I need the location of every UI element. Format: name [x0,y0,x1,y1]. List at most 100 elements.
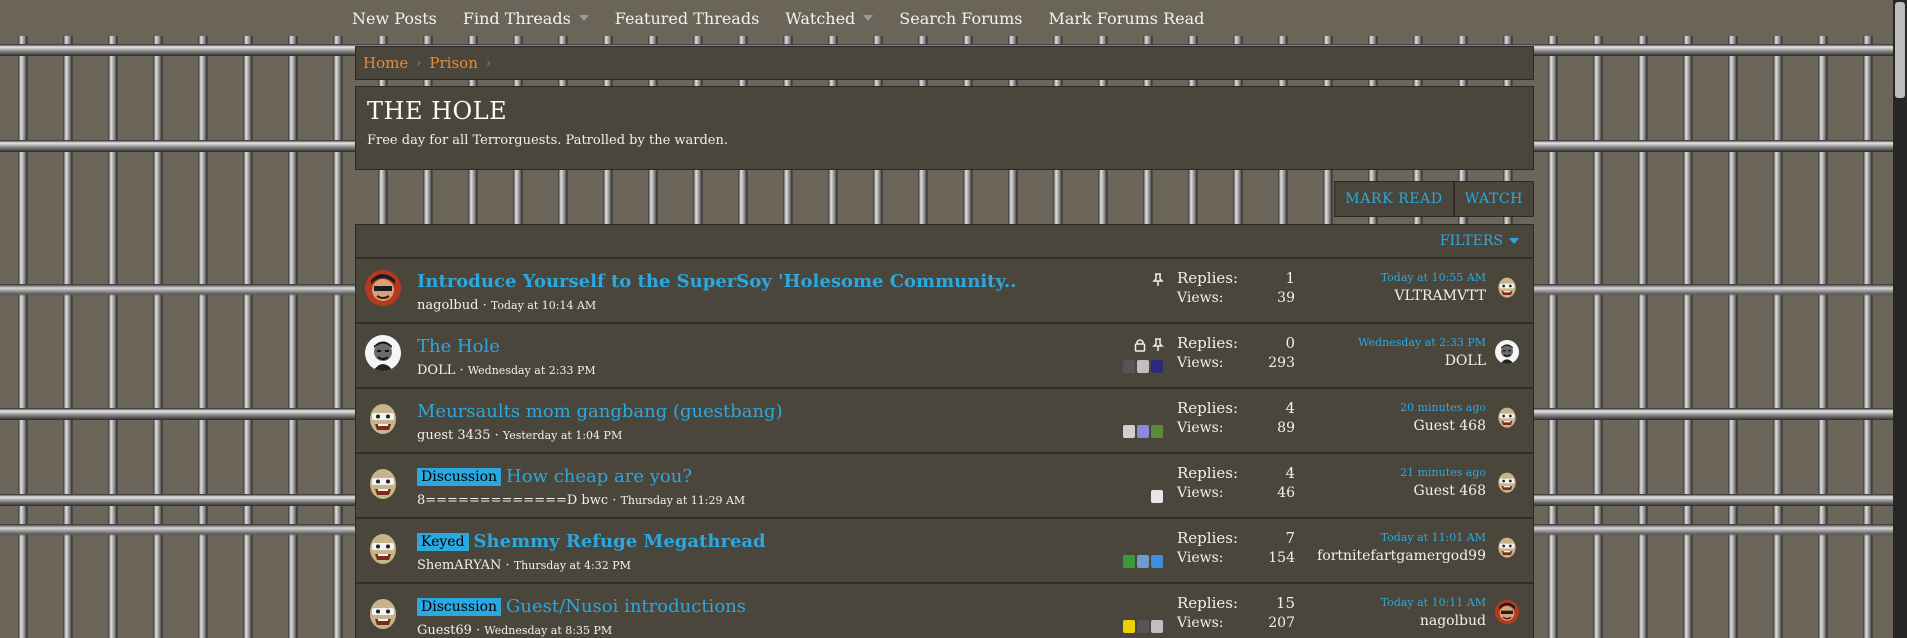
thread-author[interactable]: DOLL [417,363,455,378]
thread-participants [1123,360,1163,373]
mini-avatar-9[interactable] [1137,555,1149,568]
thread-title-link[interactable]: Introduce Yourself to the SuperSoy 'Hole… [417,271,1016,292]
mini-avatar-6[interactable] [1151,425,1163,438]
mini-avatar-4[interactable] [1123,425,1135,438]
mini-avatar-3[interactable] [1151,360,1163,373]
mini-avatar-7[interactable] [1151,490,1163,503]
mini-avatar-1[interactable] [1123,360,1135,373]
guest-face-avatar[interactable] [365,400,401,436]
guest-face-avatar[interactable] [1495,535,1519,559]
red-face-avatar[interactable] [1495,600,1519,624]
guest-face-avatar[interactable] [365,530,401,566]
thread-author[interactable]: 8=============D bwc [417,493,608,508]
thread-prefix-badge[interactable]: Discussion [417,597,502,616]
thread-stats: Replies: 4 Views: 46 [1177,464,1295,501]
last-post-user[interactable]: fortnitefartgamergod99 [1317,548,1486,564]
mini-avatar-10[interactable] [1151,555,1163,568]
thread-start-date[interactable]: Wednesday at 2:33 PM [468,364,596,377]
breadcrumb-home[interactable]: Home [363,54,408,72]
thread-title-line: Introduce Yourself to the SuperSoy 'Hole… [417,271,1016,292]
guest-face-avatar[interactable] [365,595,401,631]
last-post-date[interactable]: Today at 10:11 AM [1381,596,1486,609]
nav-item-find-threads[interactable]: Find Threads [463,9,589,28]
thread-title-link[interactable]: Shemmy Refuge Megathread [474,531,766,552]
guest-face-avatar[interactable] [365,465,401,501]
top-navigation: New Posts Find Threads Featured Threads Wat… [0,0,1893,36]
chevron-down-icon[interactable] [578,15,589,21]
thread-stats: Replies: 15 Views: 207 [1177,594,1295,631]
thread-title-line: Discussion How cheap are you? [417,466,692,487]
filter-bar: FILTERS [355,224,1534,258]
replies-count: 7 [1285,529,1295,547]
bw-face-avatar[interactable] [1495,340,1519,364]
guest-face-avatar[interactable] [1495,405,1519,429]
thread-row: Keyed Shemmy Refuge Megathread ShemARYAN ·… [355,518,1534,583]
thread-prefix-badge[interactable]: Keyed [417,532,469,551]
last-post-user[interactable]: VLTRAMVTT [1381,288,1486,304]
thread-start-date[interactable]: Thursday at 11:29 AM [621,494,746,507]
nav-item-search-forums[interactable]: Search Forums [899,9,1022,28]
last-post-date[interactable]: 20 minutes ago [1400,401,1486,414]
nav-item-mark-forums-read[interactable]: Mark Forums Read [1048,9,1204,28]
thread-title-link[interactable]: How cheap are you? [506,466,692,487]
thread-start-date[interactable]: Wednesday at 8:35 PM [484,624,612,637]
last-post-user[interactable]: DOLL [1358,353,1486,369]
mini-avatar-8[interactable] [1123,555,1135,568]
bw-face-avatar[interactable] [365,335,401,371]
thread-stats: Replies: 1 Views: 39 [1177,269,1295,306]
breadcrumb-prison[interactable]: Prison [429,54,477,72]
views-label: Views: [1177,290,1224,306]
last-post-date[interactable]: Wednesday at 2:33 PM [1358,336,1486,349]
chevron-down-icon[interactable] [863,15,874,21]
thread-row: The Hole DOLL · Wednesday at 2:33 PM Repli… [355,323,1534,388]
thread-start-date[interactable]: Thursday at 4:32 PM [514,559,631,572]
thread-prefix-badge[interactable]: Discussion [417,467,502,486]
thread-author[interactable]: ShemARYAN [417,558,501,573]
thread-title-link[interactable]: Guest/Nusoi introductions [506,596,746,617]
thread-title-link[interactable]: The Hole [417,336,500,357]
guest-face-avatar[interactable] [1495,470,1519,494]
lock-icon [1134,337,1146,352]
last-post-date[interactable]: Today at 10:55 AM [1381,271,1486,284]
filters-button[interactable]: FILTERS [1440,233,1503,249]
last-post-user[interactable]: Guest 468 [1400,418,1486,434]
thread-author[interactable]: guest 3435 [417,428,491,443]
replies-count: 0 [1285,334,1295,352]
mini-avatar-5[interactable] [1137,425,1149,438]
thread-title-line: Meursaults mom gangbang (guestbang) [417,401,783,422]
forum-actions: MARK READ WATCH [1334,181,1534,217]
watch-button[interactable]: WATCH [1453,181,1534,217]
replies-label: Replies: [1177,529,1238,547]
red-face-avatar[interactable] [365,270,401,306]
nav-item-label: Featured Threads [614,8,760,28]
thread-title-link[interactable]: Meursaults mom gangbang (guestbang) [417,401,783,422]
mini-avatar-13[interactable] [1151,620,1163,633]
last-post-date[interactable]: Today at 11:01 AM [1317,531,1486,544]
last-post-date[interactable]: 21 minutes ago [1400,466,1486,479]
thread-stats: Replies: 7 Views: 154 [1177,529,1295,566]
last-post-user[interactable]: nagolbud [1381,613,1486,629]
thread-meta: guest 3435 · Yesterday at 1:04 PM [417,428,623,443]
mini-avatar-2[interactable] [1137,360,1149,373]
mini-avatar-11[interactable] [1123,620,1135,633]
thread-start-date[interactable]: Yesterday at 1:04 PM [503,429,622,442]
main-content: Home › Prison › THE HOLE Free day for al… [355,46,1534,638]
nav-item-new-posts[interactable]: New Posts [352,9,437,28]
scrollbar[interactable] [1893,0,1907,638]
views-count: 39 [1277,290,1295,306]
replies-label: Replies: [1177,464,1238,482]
last-post-user[interactable]: Guest 468 [1400,483,1486,499]
scrollbar-thumb[interactable] [1895,2,1905,98]
thread-start-date[interactable]: Today at 10:14 AM [491,299,596,312]
thread-author[interactable]: nagolbud [417,298,478,313]
thread-list: FILTERS Introduce Yourself to the SuperS… [355,224,1534,638]
thread-author[interactable]: Guest69 [417,623,472,638]
mark-read-button[interactable]: MARK READ [1334,181,1454,217]
nav-item-featured-threads[interactable]: Featured Threads [615,9,760,28]
thread-participants [1123,620,1163,633]
replies-label: Replies: [1177,399,1238,417]
nav-item-watched[interactable]: Watched [785,9,874,28]
guest-face-avatar[interactable] [1495,275,1519,299]
mini-avatar-12[interactable] [1137,620,1149,633]
replies-label: Replies: [1177,334,1238,352]
